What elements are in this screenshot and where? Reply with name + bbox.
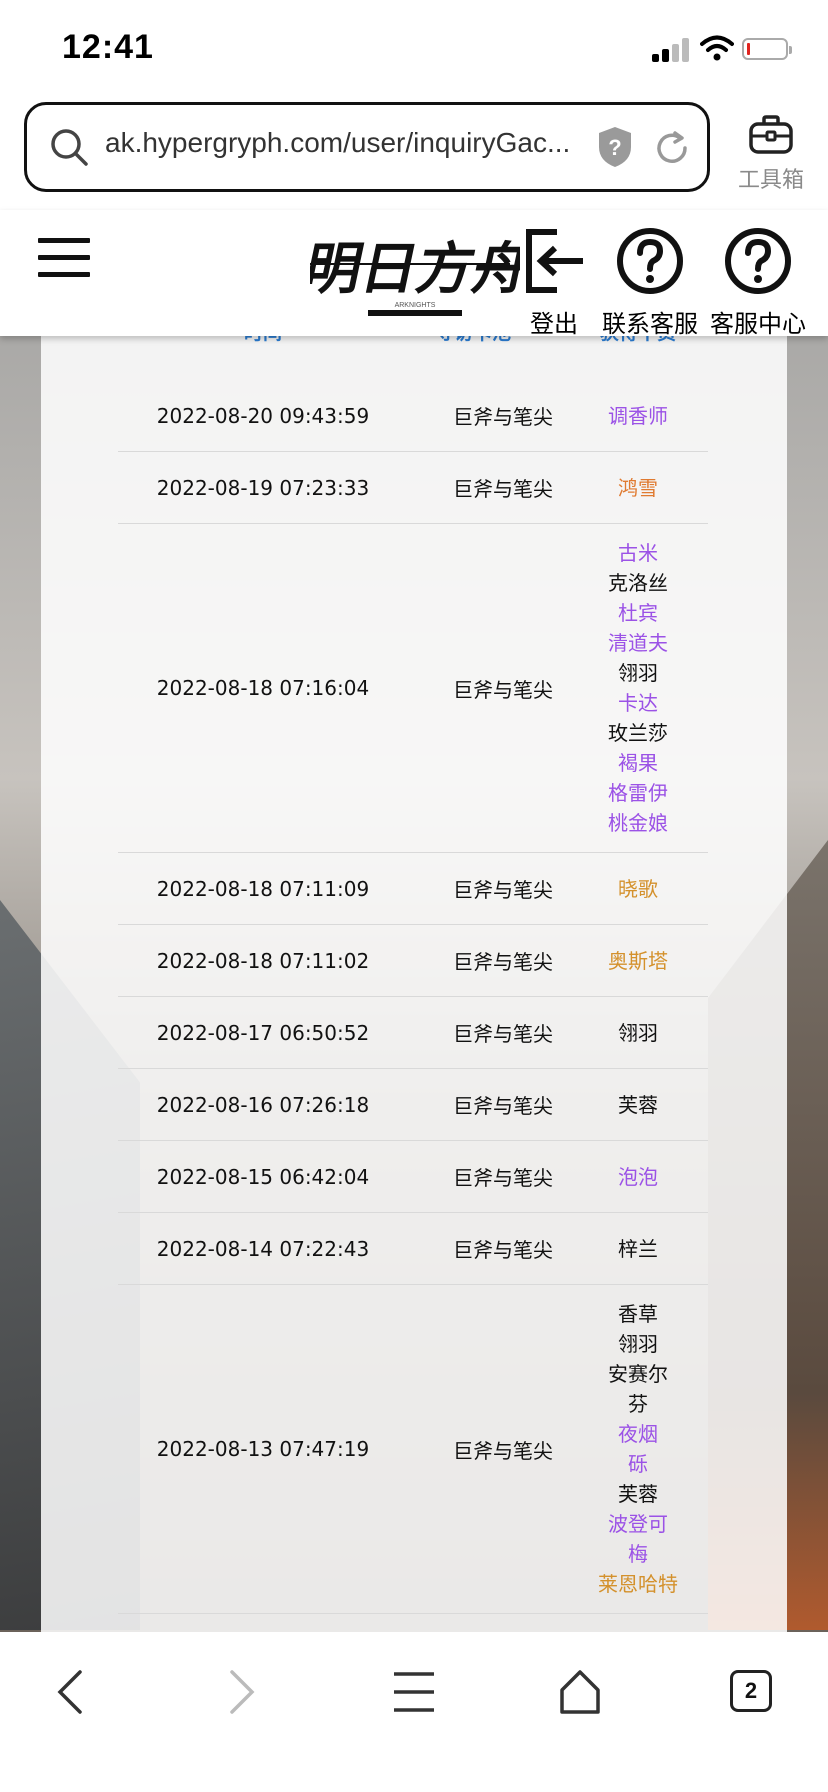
svg-text:ARKNIGHTS: ARKNIGHTS (395, 302, 436, 309)
address-bar[interactable]: ak.hypergryph.com/user/inquiryGac... ? (24, 102, 710, 192)
menu-list-icon[interactable] (384, 1662, 444, 1722)
shield-question-icon[interactable]: ? (597, 125, 633, 169)
svg-text:明日方舟: 明日方舟 (310, 237, 520, 302)
home-icon[interactable] (550, 1662, 610, 1722)
row-pool: 巨斧与笔尖 (453, 677, 553, 702)
operator-name: 梅 (628, 1542, 648, 1566)
browser-bottom-bar: 2 (0, 1632, 828, 1792)
contact-support-button[interactable]: 联系客服 (600, 226, 700, 339)
contact-support-label: 联系客服 (602, 310, 698, 338)
service-center-button[interactable]: 客服中心 (708, 226, 808, 339)
row-pool: 巨斧与笔尖 (453, 1438, 553, 1463)
operator-name: 杜宾 (618, 601, 658, 625)
operator-name: 波登可 (608, 1512, 668, 1536)
help-circle-icon (617, 228, 683, 294)
operator-name: 格雷伊 (608, 781, 668, 805)
row-time: 2022-08-20 09:43:59 (156, 403, 370, 428)
reload-icon[interactable] (653, 129, 691, 167)
tabs-icon[interactable]: 2 (730, 1670, 772, 1712)
table-row: 2022-08-17 06:50:52 巨斧与笔尖 翎羽 (118, 997, 708, 1069)
operator-name: 清道夫 (608, 631, 668, 655)
row-time: 2022-08-14 07:22:43 (156, 1236, 370, 1261)
logout-label: 登出 (530, 310, 578, 338)
logout-button[interactable]: 登出 (520, 226, 588, 339)
operator-name: 褐果 (618, 751, 658, 775)
row-time: 2022-08-13 07:47:19 (156, 1437, 370, 1461)
operator-name: 桃金娘 (608, 811, 668, 835)
back-icon[interactable] (42, 1662, 102, 1722)
row-pool: 巨斧与笔尖 (453, 950, 553, 974)
operator-name: 古米 (618, 541, 658, 565)
status-time: 12:41 (62, 28, 154, 66)
table-row: 2022-08-20 09:43:59 巨斧与笔尖 调香师 (118, 380, 708, 452)
operator-name: 香草 (618, 1302, 658, 1326)
row-pool: 巨斧与笔尖 (453, 405, 553, 429)
table-row: 2022-08-19 07:23:33 巨斧与笔尖 鸿雪 (118, 452, 708, 524)
gacha-record-card: 时间 寻访卡池 获得干员 2022-08-20 09:43:59巨斧与笔尖调香师… (41, 300, 787, 1632)
operator-name: 玫兰莎 (608, 721, 668, 745)
row-time: 2022-08-15 06:42:04 (156, 1164, 370, 1189)
table-row: 2022-08-14 07:22:43 巨斧与笔尖 梓兰 (118, 1213, 708, 1285)
operator-name: 安赛尔 (608, 1362, 668, 1386)
battery-icon (742, 38, 792, 60)
status-bar: 12:41 (0, 0, 828, 100)
operator-name: 莱恩哈特 (598, 1572, 678, 1596)
table-row: 2022-08-16 07:26:18 巨斧与笔尖 芙蓉 (118, 1069, 708, 1141)
forward-icon[interactable] (210, 1662, 270, 1722)
help-circle-icon (725, 228, 791, 294)
row-pool: 巨斧与笔尖 (453, 878, 553, 902)
table-row: 2022-08-13 07:47:19 巨斧与笔尖 香草 翎羽 安赛尔芬夜烟砾芙蓉 波登可… (118, 1285, 708, 1614)
row-time: 2022-08-18 07:11:09 (156, 876, 370, 901)
toolbox-icon (749, 115, 793, 154)
service-center-label: 客服中心 (710, 310, 806, 338)
operator-name: 翎羽 (618, 1332, 658, 1356)
table-row: 2022-08-18 07:11:02 巨斧与笔尖 奥斯塔 (118, 925, 708, 997)
row-pool: 巨斧与笔尖 (453, 1238, 553, 1262)
row-pool: 巨斧与笔尖 (453, 1166, 553, 1190)
signal-icon (652, 38, 690, 62)
toolbox-button[interactable]: 工具箱 (726, 114, 816, 194)
row-time: 2022-08-16 07:26:18 (156, 1092, 370, 1117)
hamburger-menu-icon[interactable] (38, 238, 90, 278)
table-row: 2022-08-15 06:42:04 巨斧与笔尖 泡泡 (118, 1141, 708, 1213)
site-header: 明日方舟 ARKNIGHTS 登出 联系客服 客服中心 (0, 210, 828, 339)
operator-name: 芬 (628, 1392, 648, 1416)
table-row: 2022-08-18 07:16:04 巨斧与笔尖 古米 克洛丝 杜宾 清道夫 翎羽 卡达 玫兰… (118, 524, 708, 853)
svg-text:?: ? (608, 135, 621, 160)
row-pool: 巨斧与笔尖 (453, 477, 553, 501)
table-row: 2022-08-18 07:11:09 巨斧与笔尖 晓歌 (118, 853, 708, 925)
row-time: 2022-08-17 06:50:52 (156, 1020, 370, 1045)
wifi-icon (700, 35, 734, 61)
browser-toolbar: ak.hypergryph.com/user/inquiryGac... ? 工… (0, 100, 828, 210)
row-pool: 巨斧与笔尖 (453, 1094, 553, 1118)
logout-icon (526, 229, 583, 293)
row-time: 2022-08-18 07:16:04 (156, 676, 370, 700)
row-pool: 巨斧与笔尖 (453, 1022, 553, 1046)
url-text[interactable]: ak.hypergryph.com/user/inquiryGac... (105, 127, 625, 159)
search-icon (51, 129, 88, 166)
row-time: 2022-08-18 07:11:02 (156, 948, 370, 973)
toolbox-label: 工具箱 (737, 168, 804, 193)
operator-name: 克洛丝 (608, 571, 668, 595)
operator-name: 芙蓉 (618, 1482, 658, 1506)
arknights-logo[interactable]: 明日方舟 ARKNIGHTS (310, 226, 520, 326)
gacha-table-body: 2022-08-20 09:43:59 巨斧与笔尖 调香师 2022-08-19 07… (118, 380, 708, 1614)
row-time: 2022-08-19 07:23:33 (156, 475, 370, 500)
